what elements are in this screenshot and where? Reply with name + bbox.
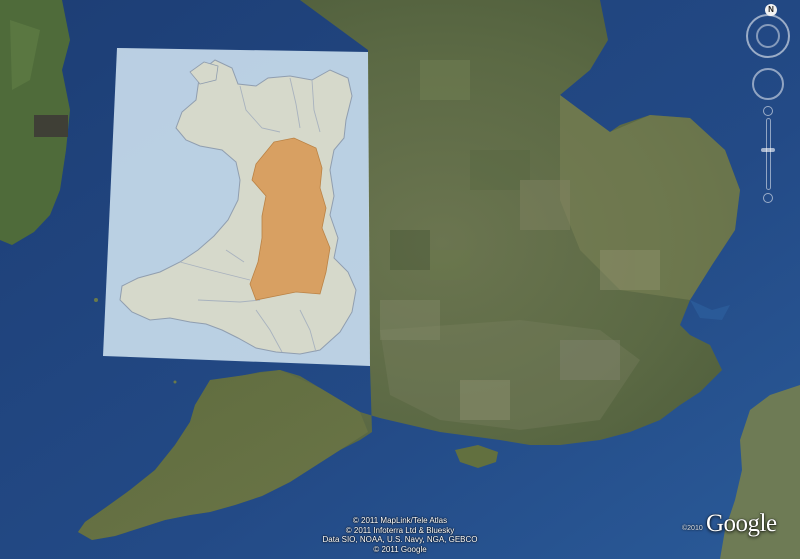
island-dot [173, 380, 177, 384]
map-attribution: © 2011 MapLink/Tele Atlas © 2011 Infoter… [300, 516, 500, 554]
zoom-slider-thumb[interactable] [761, 148, 775, 152]
zoom-in-button[interactable] [763, 106, 773, 116]
attribution-line-3: Data SIO, NOAA, U.S. Navy, NGA, GEBCO [322, 535, 478, 544]
attribution-line-4: © 2011 Google [373, 544, 427, 554]
attribution-line-1: © 2011 MapLink/Tele Atlas [352, 516, 448, 525]
zoom-out-button[interactable] [763, 193, 773, 203]
satellite-map[interactable] [0, 0, 800, 559]
north-indicator[interactable]: N [765, 4, 777, 16]
ireland-town-patch [34, 115, 68, 137]
zoom-slider-track[interactable] [766, 118, 771, 190]
google-logo: Google [706, 510, 777, 537]
navigation-controls: N [738, 0, 800, 220]
look-joystick[interactable] [746, 14, 790, 58]
highlighted-region [249, 137, 331, 301]
move-joystick[interactable] [752, 68, 784, 100]
wales-overlay-image [103, 48, 370, 366]
attribution-line-2: © 2011 Infoterra Ltd & Bluesky [345, 525, 455, 535]
logo-year: ©2010 [682, 525, 703, 532]
earth-viewport[interactable]: N © 2011 MapLink/Tele Atlas © 2011 Infot… [0, 0, 800, 559]
island-dot [94, 298, 98, 302]
